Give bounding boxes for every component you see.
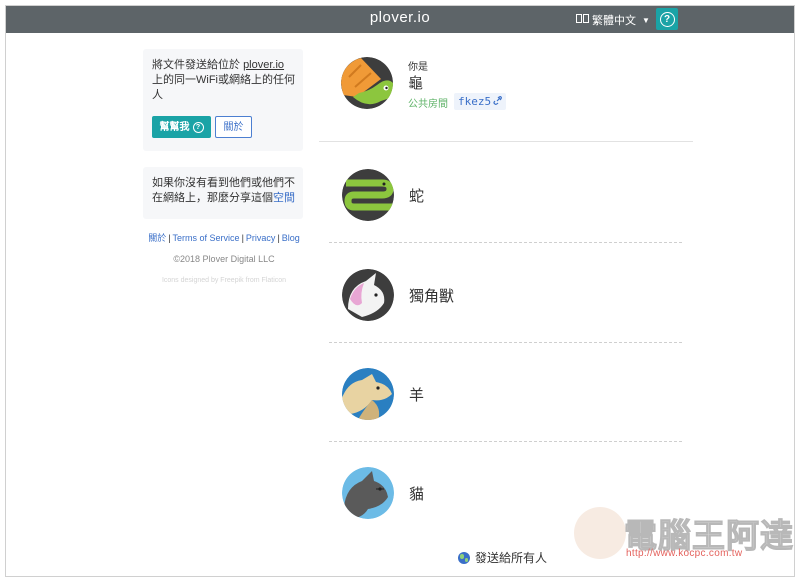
question-circle-icon: ?	[659, 11, 675, 27]
info-text: 將文件發送給位於 plover.io 上的同一WiFi或網絡上的任何人	[152, 58, 297, 103]
question-circle-icon: ?	[192, 121, 204, 133]
peer-device[interactable]: 羊	[329, 342, 682, 442]
you-are-label: 你是	[408, 62, 428, 73]
footer-link-terms[interactable]: Terms of Service	[173, 233, 240, 243]
top-navbar: plover.io 繁體中文 ▼ ?	[6, 6, 794, 33]
share-room-link[interactable]: 空間	[273, 192, 295, 204]
send-to-all-button[interactable]: 發送給所有人	[458, 549, 547, 566]
info-card: 將文件發送給位於 plover.io 上的同一WiFi或網絡上的任何人 幫幫我 …	[143, 49, 303, 151]
send-to-all-label: 發送給所有人	[475, 551, 548, 565]
watermark: 電腦王阿達 http://www.kocpc.com.tw	[574, 503, 794, 571]
footer-link-blog[interactable]: Blog	[282, 233, 300, 243]
share-text: 如果你沒有看到他們或他們不在網絡上，那麼分享這個空間	[152, 176, 300, 206]
help-me-button[interactable]: 幫幫我 ?	[152, 116, 211, 138]
public-room-label: 公共房間	[408, 99, 448, 110]
peer-name: 羊	[409, 387, 425, 404]
footer-link-privacy[interactable]: Privacy	[246, 233, 276, 243]
app-window: plover.io 繁體中文 ▼ ? 將文件發送給位於 plover.io 上的…	[5, 5, 795, 577]
about-button[interactable]: 關於	[215, 116, 252, 138]
translate-icon	[576, 14, 589, 26]
room-code: fkez5	[458, 95, 492, 108]
plover-link[interactable]: plover.io	[243, 59, 284, 71]
footer-links: 關於 | Terms of Service | Privacy | Blog	[148, 233, 300, 243]
self-device: 你是 龜 公共房間 fkez5	[319, 49, 693, 142]
copyright-text: ©2018 Plover Digital LLC	[173, 254, 275, 264]
caret-down-icon: ▼	[642, 15, 650, 25]
sheep-icon	[342, 368, 394, 420]
share-room-card: 如果你沒有看到他們或他們不在網絡上，那麼分享這個空間	[143, 167, 303, 219]
info-text-rest: 上的同一WiFi或網絡上的任何人	[152, 74, 295, 101]
peer-device[interactable]: 獨角獸	[329, 243, 682, 343]
help-button[interactable]: ?	[656, 8, 678, 30]
globe-icon	[458, 551, 470, 564]
room-code-link[interactable]: fkez5	[454, 93, 507, 110]
peer-device[interactable]: 蛇	[329, 143, 682, 243]
self-name: 龜	[408, 75, 424, 92]
help-me-label: 幫幫我	[159, 121, 190, 133]
language-selector[interactable]: 繁體中文 ▼	[576, 12, 650, 28]
turtle-icon	[341, 57, 393, 109]
peer-name: 獨角獸	[409, 288, 455, 305]
info-text-prefix: 將文件發送給位於	[152, 59, 244, 71]
language-label: 繁體中文	[592, 15, 636, 27]
watermark-url: http://www.kocpc.com.tw	[626, 548, 743, 559]
cat-icon	[342, 467, 394, 519]
snake-icon	[342, 169, 394, 221]
unicorn-icon	[342, 269, 394, 321]
link-icon	[493, 93, 503, 110]
footer-link-about[interactable]: 關於	[148, 233, 166, 243]
watermark-avatar	[574, 507, 626, 559]
peer-name: 貓	[409, 486, 425, 503]
icon-credit[interactable]: Icons designed by Freepik from Flaticon	[146, 277, 302, 284]
peer-name: 蛇	[409, 188, 425, 205]
